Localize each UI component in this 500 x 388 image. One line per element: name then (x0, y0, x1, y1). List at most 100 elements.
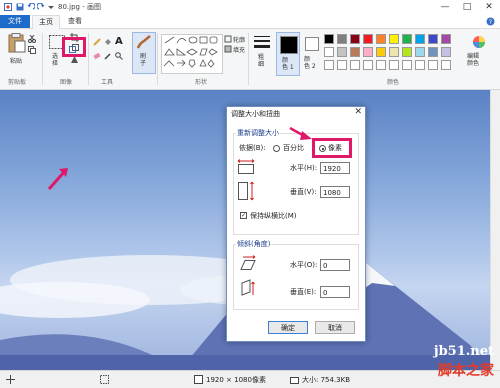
shapes-icons (163, 36, 218, 68)
color2-button[interactable]: 颜 色 2 (301, 34, 321, 74)
palette-swatch[interactable] (324, 60, 334, 70)
palette-swatch[interactable] (389, 47, 399, 57)
palette-swatch[interactable] (415, 47, 425, 57)
pencil-icon[interactable] (93, 38, 101, 48)
palette-swatch[interactable] (337, 34, 347, 44)
palette-swatch[interactable] (428, 47, 438, 57)
separator (42, 33, 43, 85)
separator (248, 33, 249, 85)
select-label: 选 择 (52, 53, 59, 67)
keep-ratio-checkbox[interactable]: ✓ (240, 212, 247, 219)
maximize-button[interactable]: □ (456, 0, 478, 15)
palette-swatch[interactable] (389, 34, 399, 44)
color2-swatch (305, 37, 319, 51)
palette-swatch[interactable] (337, 60, 347, 70)
palette-swatch[interactable] (350, 60, 360, 70)
palette-swatch[interactable] (428, 60, 438, 70)
separator (157, 33, 158, 85)
skew-legend: 倾斜(角度) (236, 239, 272, 249)
percent-label[interactable]: 百分比 (283, 143, 304, 153)
palette-swatch[interactable] (363, 34, 373, 44)
skew-horizontal-label: 水平(O): (290, 261, 318, 269)
palette-swatch[interactable] (337, 47, 347, 57)
palette-swatch[interactable] (324, 34, 334, 44)
palette-swatch[interactable] (441, 47, 451, 57)
pixels-highlight (312, 138, 352, 158)
size-button[interactable]: 粗 细 (252, 34, 272, 74)
customize-quick-access-icon[interactable] (47, 3, 55, 11)
palette-swatch[interactable] (402, 34, 412, 44)
palette-swatch[interactable] (415, 34, 425, 44)
save-icon[interactable] (16, 3, 24, 11)
window-title: 80.jpg - 画图 (58, 3, 101, 11)
minimize-button[interactable]: — (434, 0, 456, 15)
size-label: 粗 细 (258, 54, 265, 68)
separator (88, 33, 89, 85)
paste-icon[interactable] (8, 33, 26, 55)
help-icon[interactable]: ? (486, 17, 495, 28)
close-button[interactable]: ✕ (478, 0, 500, 15)
tab-view[interactable]: 查看 (62, 15, 88, 28)
resize-vertical-label: 垂直(V): (290, 188, 317, 196)
copy-icon[interactable] (28, 46, 36, 56)
palette-swatch[interactable] (441, 34, 451, 44)
tab-file[interactable]: 文件 (0, 15, 30, 28)
status-bar: 1920 × 1080像素 大小: 754.3KB (0, 370, 500, 388)
brushes-label: 刷 子 (140, 53, 147, 67)
dialog-title: 调整大小和扭曲 (231, 110, 280, 118)
fill-icon[interactable] (104, 38, 112, 48)
resize-horizontal-input[interactable]: 1920 (320, 162, 350, 174)
eraser-icon[interactable] (93, 52, 101, 62)
palette-swatch[interactable] (389, 60, 399, 70)
fill-shape-icon[interactable] (224, 45, 232, 55)
cut-icon[interactable] (28, 34, 36, 45)
pointer-arrow-icon (45, 165, 71, 193)
percent-radio[interactable] (273, 145, 280, 152)
palette-swatch[interactable] (415, 60, 425, 70)
palette-swatch[interactable] (363, 47, 373, 57)
outline-icon[interactable] (224, 35, 232, 45)
resize-legend: 重新调整大小 (236, 128, 280, 138)
keep-ratio-label[interactable]: 保持纵横比(M) (250, 211, 297, 221)
ok-button[interactable]: 确定 (268, 321, 308, 334)
palette-swatch[interactable] (428, 34, 438, 44)
shapes-gallery[interactable] (161, 34, 223, 74)
fill-label[interactable]: 填充 (233, 45, 245, 54)
palette-swatch[interactable] (402, 60, 412, 70)
color1-button[interactable]: 颜 色 1 (276, 32, 300, 76)
skew-vertical-icon (239, 279, 257, 299)
vertical-scrollbar[interactable] (490, 90, 500, 370)
dialog-close-button[interactable]: ✕ (354, 107, 362, 117)
edit-colors-button[interactable]: 编辑 颜色 (465, 34, 493, 74)
svg-text:?: ? (489, 19, 492, 26)
undo-icon[interactable] (27, 2, 36, 11)
palette-swatch[interactable] (376, 60, 386, 70)
palette-swatch[interactable] (324, 47, 334, 57)
palette-swatch[interactable] (441, 60, 451, 70)
file-size-icon (290, 375, 299, 386)
redo-icon[interactable] (36, 2, 45, 11)
palette-swatch[interactable] (376, 47, 386, 57)
palette-swatch[interactable] (363, 60, 373, 70)
cancel-button[interactable]: 取消 (315, 321, 355, 334)
skew-fieldset (233, 244, 359, 310)
palette-swatch[interactable] (402, 47, 412, 57)
palette-swatch[interactable] (350, 47, 360, 57)
text-tool-icon[interactable]: A (115, 36, 123, 47)
skew-horizontal-icon (239, 255, 257, 273)
palette-swatch[interactable] (350, 34, 360, 44)
ribbon: 粘贴 剪贴板 选 择 图像 A 工具 刷 子 轮廓 填充 形状 粗 细 颜 色 … (0, 29, 500, 90)
outline-label[interactable]: 轮廓 (233, 35, 245, 44)
skew-horizontal-input[interactable]: 0 (320, 259, 350, 271)
palette-swatch[interactable] (376, 34, 386, 44)
line-thickness-icon (254, 36, 270, 48)
magnifier-icon[interactable] (115, 52, 123, 62)
skew-vertical-input[interactable]: 0 (320, 286, 350, 298)
edit-colors-label: 编辑 颜色 (467, 53, 480, 67)
brushes-button[interactable]: 刷 子 (132, 32, 156, 74)
cursor-position-icon (6, 375, 15, 386)
pointer-arrow-icon (288, 126, 314, 144)
tab-home[interactable]: 主页 (32, 15, 60, 29)
color-picker-icon[interactable] (104, 52, 112, 62)
resize-vertical-input[interactable]: 1080 (320, 186, 350, 198)
